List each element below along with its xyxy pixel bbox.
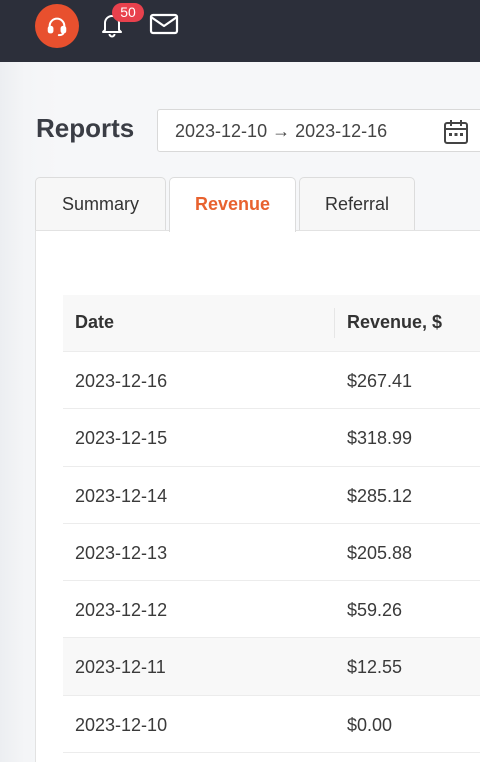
cell-revenue: $59.26 (347, 600, 403, 621)
cell-revenue: $12.55 (347, 657, 403, 678)
cell-date: 2023-12-14 (75, 485, 168, 506)
page-title: Reports (36, 113, 135, 143)
messages-button[interactable] (149, 12, 179, 36)
cell-revenue: $285.12 (347, 485, 413, 506)
cell-date: 2023-12-16 (75, 371, 168, 391)
tab-referral[interactable]: Referral (299, 177, 415, 231)
support-button[interactable] (35, 4, 79, 48)
cell-revenue: $318.99 (347, 428, 413, 449)
table-row: 2023-12-10 $0.00 (63, 695, 480, 754)
cell-date: 2023-12-11 (75, 657, 166, 678)
table-row: 2023-12-13 $205.88 (63, 523, 480, 582)
column-header-date[interactable]: Date (75, 312, 114, 333)
cell-date: 2023-12-12 (75, 600, 168, 621)
table-header: Date Revenue, $ (63, 295, 480, 352)
calendar-icon[interactable] (442, 118, 470, 146)
tab-revenue[interactable]: Revenue (169, 177, 296, 232)
cell-date: 2023-12-15 (75, 428, 168, 449)
date-range-value: 2023-12-10 → 2023-12-16 (175, 121, 388, 141)
table-row: 2023-12-11 $12.55 (63, 638, 480, 696)
table-row: 2023-12-16 $267.41 (63, 352, 480, 410)
cell-date: 2023-12-10 (75, 714, 168, 735)
column-header-revenue[interactable]: Revenue, $ (347, 312, 442, 333)
cell-revenue: $205.88 (347, 542, 413, 563)
headset-icon (47, 17, 67, 37)
cell-revenue: $0.00 (347, 714, 393, 735)
revenue-table: Date Revenue, $ 2023-12-16 $267.41 2023-… (63, 295, 480, 754)
date-range-picker[interactable]: 2023-12-10 → 2023-12-16 (157, 109, 480, 152)
cell-revenue: $267.41 (347, 371, 413, 391)
tab-summary[interactable]: Summary (35, 177, 166, 231)
table-row: 2023-12-14 $285.12 (63, 466, 480, 524)
table-row: 2023-12-15 $318.99 (63, 409, 480, 467)
mail-icon (149, 13, 179, 35)
cell-date: 2023-12-13 (75, 542, 168, 563)
column-divider (334, 308, 335, 338)
notification-badge: 50 (112, 3, 144, 22)
table-row: 2023-12-12 $59.26 (63, 581, 480, 639)
top-bar: 50 (0, 0, 480, 62)
